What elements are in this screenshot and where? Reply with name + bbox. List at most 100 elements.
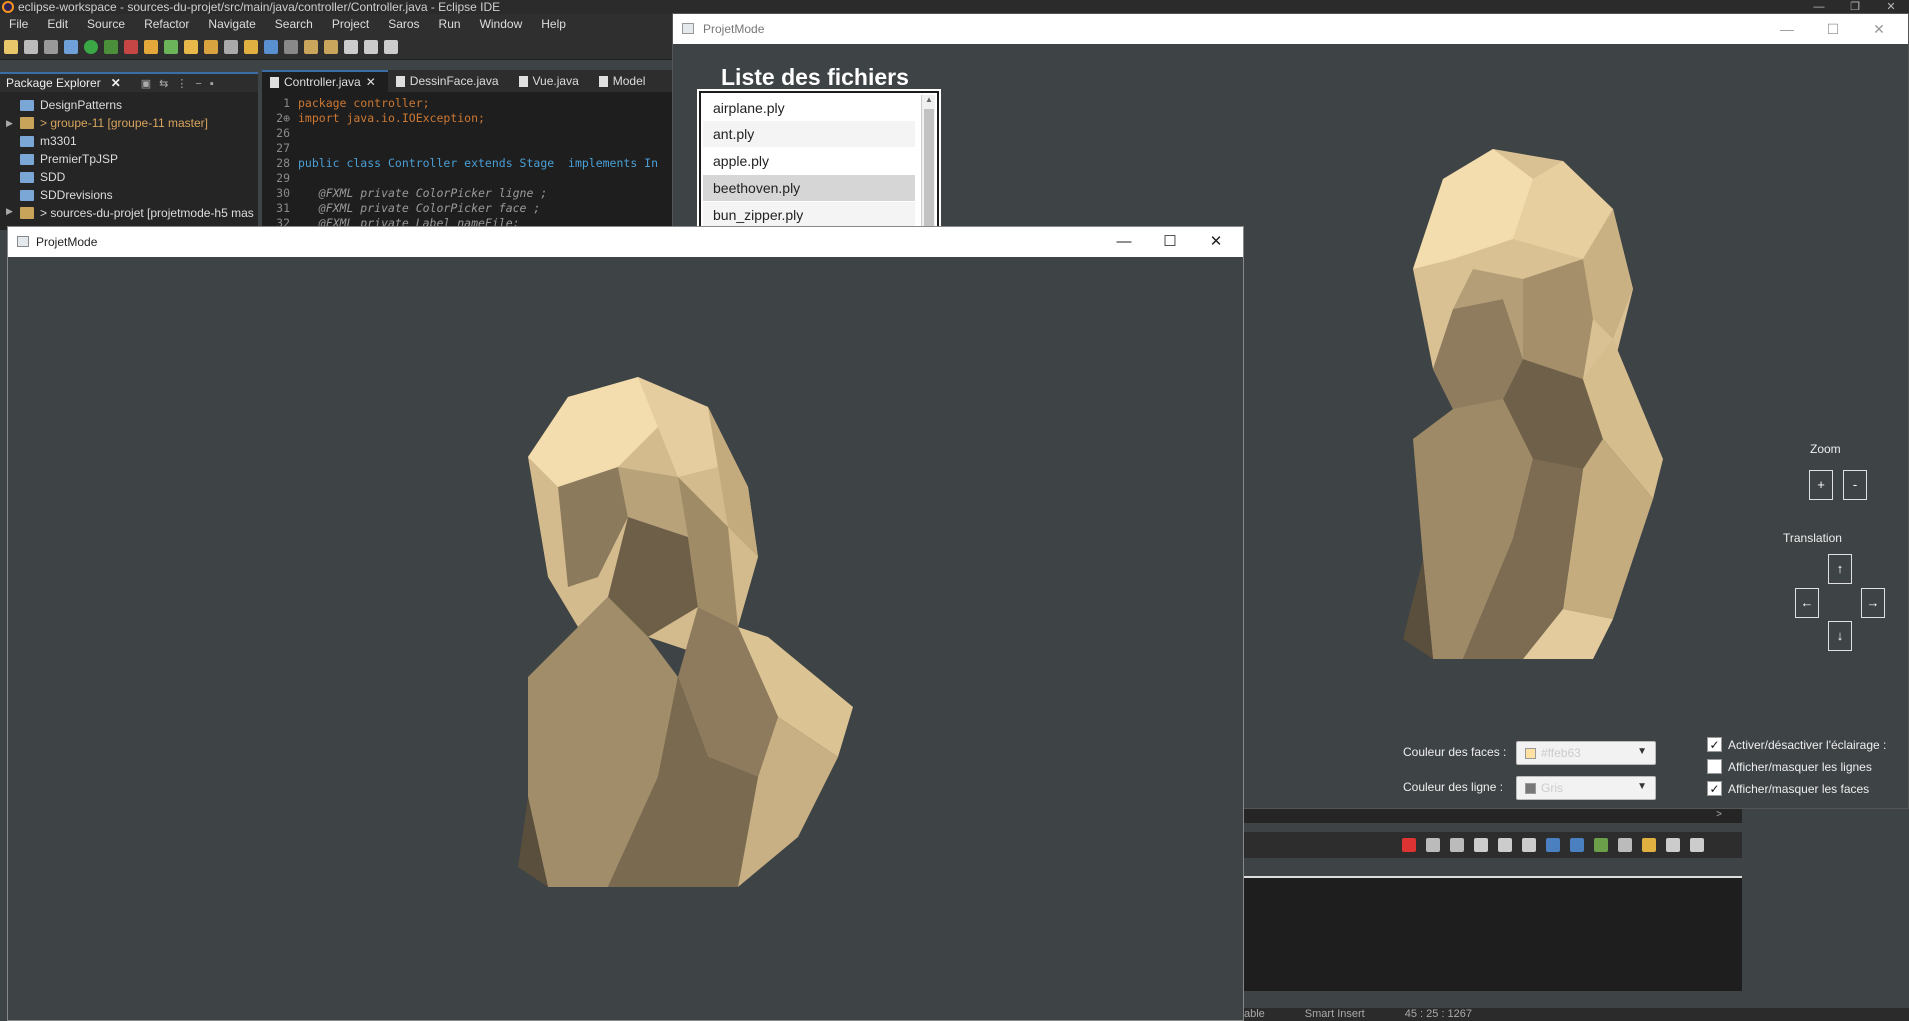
faces-checkbox[interactable]: ✓ xyxy=(1707,781,1722,796)
list-scrollbar[interactable]: ▲ xyxy=(921,95,935,235)
refresh-icon[interactable] xyxy=(164,39,178,54)
show-whitespace-icon[interactable] xyxy=(284,39,298,54)
menu-navigate[interactable]: Navigate xyxy=(199,17,265,31)
tab-model-java[interactable]: Model xyxy=(591,70,658,92)
maximize-button[interactable]: ☐ xyxy=(1147,227,1193,257)
debug-icon[interactable] xyxy=(64,39,78,54)
display-selected-console-icon[interactable] xyxy=(1618,838,1632,852)
window-title: ProjetMode xyxy=(703,22,765,36)
menu-saros[interactable]: Saros xyxy=(379,17,429,31)
minimize-view-icon[interactable] xyxy=(1666,838,1680,852)
menu-source[interactable]: Source xyxy=(78,17,135,31)
model-viewport-front[interactable] xyxy=(508,377,888,887)
tree-item-m3301[interactable]: m3301 xyxy=(20,134,77,148)
coverage-icon[interactable] xyxy=(104,39,118,54)
list-item[interactable]: airplane.ply xyxy=(703,95,915,121)
tree-item-sources-du-projet[interactable]: > sources-du-projet [projetmode-h5 mas xyxy=(20,206,254,220)
restore-button[interactable]: ❐ xyxy=(1837,0,1873,14)
save-icon[interactable] xyxy=(24,39,38,54)
last-edit-icon[interactable] xyxy=(384,39,398,54)
menu-window[interactable]: Window xyxy=(471,17,533,31)
pin-console-icon[interactable] xyxy=(1546,838,1560,852)
remove-all-icon[interactable] xyxy=(1450,838,1464,852)
editor-horizontal-scrollbar[interactable]: > xyxy=(1242,809,1742,823)
package-explorer-tab[interactable]: Package Explorer ✕ ▣⇆⋮−▪ xyxy=(0,72,258,92)
expand-arrow-icon[interactable]: ▶ xyxy=(6,118,13,129)
console-output[interactable] xyxy=(1242,876,1742,991)
word-wrap-icon[interactable] xyxy=(1522,838,1536,852)
tab-vue-java[interactable]: Vue.java xyxy=(511,70,591,92)
run-icon[interactable] xyxy=(84,39,98,54)
zoom-in-button[interactable]: + xyxy=(1809,470,1833,500)
window-title-bar[interactable]: ProjetMode xyxy=(8,227,1243,257)
close-button[interactable]: ✕ xyxy=(1193,227,1239,257)
color-swatch xyxy=(1525,783,1536,794)
translate-left-button[interactable]: ← xyxy=(1795,588,1819,618)
files-list[interactable]: airplane.ply ant.ply apple.ply beethoven… xyxy=(699,91,939,237)
remove-launch-icon[interactable] xyxy=(1426,838,1440,852)
close-button[interactable]: ✕ xyxy=(1856,14,1902,44)
new-icon[interactable] xyxy=(4,39,18,54)
window-title-bar[interactable]: ProjetMode xyxy=(673,14,1908,44)
view-toolbar-icons[interactable]: ▣⇆⋮−▪ xyxy=(141,77,222,90)
brush-icon[interactable] xyxy=(204,39,218,54)
minimize-button[interactable]: — xyxy=(1764,14,1810,44)
close-button[interactable]: ✕ xyxy=(1873,0,1909,14)
translate-right-button[interactable]: → xyxy=(1861,588,1885,618)
tree-item-groupe-11[interactable]: > groupe-11 [groupe-11 master] xyxy=(20,116,208,130)
tab-dessinface-java[interactable]: DessinFace.java xyxy=(388,70,511,92)
lighting-checkbox[interactable]: ✓ xyxy=(1707,737,1722,752)
open-console-icon[interactable] xyxy=(1594,838,1608,852)
save-all-icon[interactable] xyxy=(44,39,58,54)
tree-item-designpatterns[interactable]: DesignPatterns xyxy=(20,98,122,112)
face-color-picker[interactable]: #ffeb63 ▼ xyxy=(1516,741,1656,765)
minimize-button[interactable]: — xyxy=(1101,227,1147,257)
maximize-button[interactable]: ☐ xyxy=(1810,14,1856,44)
menu-search[interactable]: Search xyxy=(266,17,323,31)
menu-help[interactable]: Help xyxy=(532,17,576,31)
list-item[interactable]: bun_zipper.ply xyxy=(703,202,915,228)
menu-refactor[interactable]: Refactor xyxy=(135,17,199,31)
scroll-lock-icon[interactable] xyxy=(1498,838,1512,852)
menu-edit[interactable]: Edit xyxy=(38,17,78,31)
tree-item-premiertpjsp[interactable]: PremierTpJSP xyxy=(20,152,118,166)
code-editor[interactable]: 1 package controller; 2⊕ import java.io.IO… xyxy=(262,92,682,230)
tab-controller-java[interactable]: Controller.java ✕ xyxy=(262,70,388,92)
scroll-up-icon[interactable]: ▲ xyxy=(922,95,936,107)
model-viewport-back[interactable] xyxy=(1283,139,1663,659)
annotation-icon[interactable] xyxy=(264,39,278,54)
translate-up-button[interactable]: ↑ xyxy=(1828,554,1852,584)
terminate-icon[interactable] xyxy=(1402,838,1416,852)
new-java-project-icon[interactable] xyxy=(144,39,158,54)
open-type-icon[interactable] xyxy=(184,39,198,54)
back-arrow-icon[interactable] xyxy=(344,39,358,54)
zoom-out-button[interactable]: - xyxy=(1843,470,1867,500)
tree-item-sddrevisions[interactable]: SDDrevisions xyxy=(20,188,113,202)
highlight-icon[interactable] xyxy=(244,39,258,54)
next-annotation-icon[interactable] xyxy=(304,39,318,54)
new-console-icon[interactable] xyxy=(1642,838,1656,852)
close-icon[interactable]: ✕ xyxy=(366,71,376,93)
menu-project[interactable]: Project xyxy=(323,17,379,31)
lines-checkbox[interactable] xyxy=(1707,759,1722,774)
close-icon[interactable]: ✕ xyxy=(111,76,121,90)
list-item-selected[interactable]: beethoven.ply xyxy=(703,175,915,201)
menu-run[interactable]: Run xyxy=(430,17,471,31)
list-item[interactable]: ant.ply xyxy=(703,121,915,147)
prev-annotation-icon[interactable] xyxy=(324,39,338,54)
forward-arrow-icon[interactable] xyxy=(364,39,378,54)
show-console-icon[interactable] xyxy=(1570,838,1584,852)
menu-file[interactable]: File xyxy=(0,17,38,31)
clear-console-icon[interactable] xyxy=(1474,838,1488,852)
search-icon[interactable] xyxy=(224,39,238,54)
maximize-view-icon[interactable] xyxy=(1690,838,1704,852)
scroll-thumb[interactable] xyxy=(924,109,934,229)
expand-arrow-icon[interactable]: ▶ xyxy=(6,206,13,217)
external-tools-icon[interactable] xyxy=(124,39,138,54)
console-toolbar xyxy=(1242,832,1742,858)
tree-item-sdd[interactable]: SDD xyxy=(20,170,65,184)
minimize-button[interactable]: — xyxy=(1801,0,1837,14)
list-item[interactable]: apple.ply xyxy=(703,148,915,174)
translate-down-button[interactable]: ↓ xyxy=(1828,621,1852,651)
line-color-picker[interactable]: Gris ▼ xyxy=(1516,776,1656,800)
